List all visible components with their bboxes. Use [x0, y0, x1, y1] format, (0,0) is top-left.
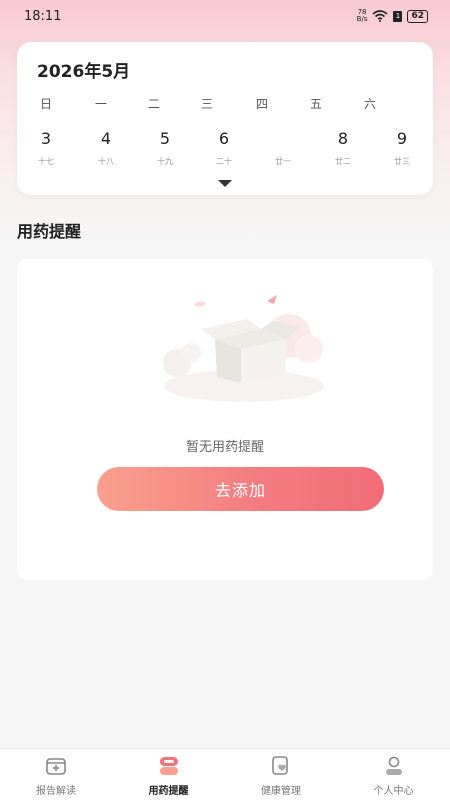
- pill-icon: [157, 754, 181, 778]
- network-speed: 78 B/s: [356, 8, 368, 23]
- weekday-label: 三: [200, 97, 213, 111]
- wifi-icon: [372, 10, 388, 22]
- bottom-tab-bar: 报告解读 用药提醒 健康管理 个人中心: [0, 748, 450, 800]
- lunar-date: 二十: [216, 157, 232, 166]
- date-number: 6: [218, 129, 230, 148]
- date-number: 9: [396, 129, 408, 148]
- tab-pill[interactable]: 用药提醒: [113, 749, 225, 800]
- weekday-label: 六: [363, 97, 376, 111]
- tab-person[interactable]: 个人中心: [338, 749, 450, 800]
- lunar-date: 廿二: [335, 157, 351, 166]
- lunar-date: 廿一: [275, 157, 291, 166]
- tab-label: 报告解读: [36, 786, 76, 797]
- lunar-date: 十八: [98, 157, 114, 166]
- date-number: 8: [337, 129, 349, 148]
- sim-icon: 1: [393, 10, 403, 22]
- date-cell[interactable]: 9: [382, 124, 422, 154]
- report-icon: [44, 754, 68, 778]
- weekday-label: 一: [94, 97, 107, 111]
- date-number: 7: [277, 129, 289, 148]
- calendar-card: 2026年5月 日 一 二 三 四 五 六 3 4 5 6 7 8 9 十七 十八 十九 二十 廿一 廿二 廿三: [17, 42, 433, 195]
- date-number: 4: [100, 129, 112, 148]
- reminder-empty-card: 暂无用药提醒 去添加: [17, 259, 433, 580]
- date-cell[interactable]: 6: [204, 124, 244, 154]
- weekday-label: 四: [255, 97, 268, 111]
- health-heart-icon: [269, 754, 293, 778]
- person-icon: [382, 754, 406, 778]
- date-cell[interactable]: 3: [26, 124, 66, 154]
- weekday-label: 二: [147, 97, 160, 111]
- lunar-date: 十七: [38, 157, 54, 166]
- calendar-month-title: 2026年5月: [37, 62, 131, 82]
- tab-report[interactable]: 报告解读: [0, 749, 112, 800]
- lunar-date: 廿三: [394, 157, 410, 166]
- date-cell[interactable]: 5: [145, 124, 185, 154]
- date-number: 3: [40, 129, 52, 148]
- date-cell[interactable]: 4: [86, 124, 126, 154]
- lunar-date: 十九: [157, 157, 173, 166]
- empty-box-illustration: [163, 295, 324, 402]
- weekday-label: 日: [39, 97, 52, 111]
- tab-label: 用药提醒: [148, 786, 189, 797]
- date-cell[interactable]: 8: [323, 124, 363, 154]
- status-bar: 18:11 78 B/s 1 62: [0, 0, 450, 32]
- battery-icon: 62: [407, 9, 428, 23]
- section-title: 用药提醒: [17, 222, 82, 241]
- date-number: 5: [159, 129, 171, 148]
- tab-label: 健康管理: [261, 786, 301, 797]
- expand-calendar-icon[interactable]: [218, 180, 232, 187]
- status-time: 18:11: [24, 8, 62, 24]
- empty-state-text: 暂无用药提醒: [185, 440, 264, 455]
- tab-health-heart[interactable]: 健康管理: [225, 749, 337, 800]
- date-cell-selected[interactable]: 7: [263, 124, 303, 154]
- tab-label: 个人中心: [373, 786, 414, 797]
- add-reminder-button[interactable]: 去添加: [97, 467, 384, 511]
- status-indicators: 78 B/s 1 62: [357, 9, 428, 23]
- weekday-label: 五: [309, 97, 322, 111]
